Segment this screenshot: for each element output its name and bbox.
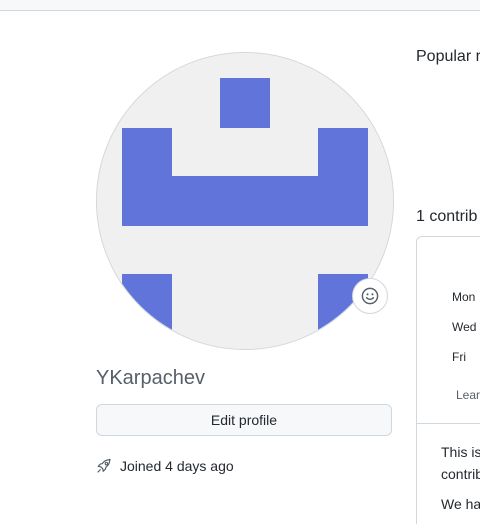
identicon-image xyxy=(97,53,393,349)
day-label-mon: Mon xyxy=(452,290,476,304)
joined-text: Joined 4 days ago xyxy=(120,458,234,474)
rocket-icon xyxy=(96,458,112,474)
contributions-heading: 1 contrib xyxy=(416,208,478,225)
avatar-container xyxy=(96,52,394,350)
edit-profile-button[interactable]: Edit profile xyxy=(96,404,392,436)
top-header-strip xyxy=(0,0,480,11)
learn-more-link[interactable]: Lear xyxy=(456,388,480,402)
day-label-wed: Wed xyxy=(452,320,477,334)
set-status-button[interactable] xyxy=(352,278,388,314)
info-text-line-2: contrib xyxy=(441,466,480,482)
info-text-line-3: We ha xyxy=(441,496,480,512)
info-text-line-1: This is xyxy=(441,444,480,460)
joined-info: Joined 4 days ago xyxy=(96,458,234,474)
day-label-fri: Fri xyxy=(452,350,466,364)
smiley-icon xyxy=(361,287,379,305)
popular-repos-heading: Popular r xyxy=(416,48,480,65)
profile-username: YKarpachev xyxy=(96,367,205,389)
avatar[interactable] xyxy=(96,52,394,350)
